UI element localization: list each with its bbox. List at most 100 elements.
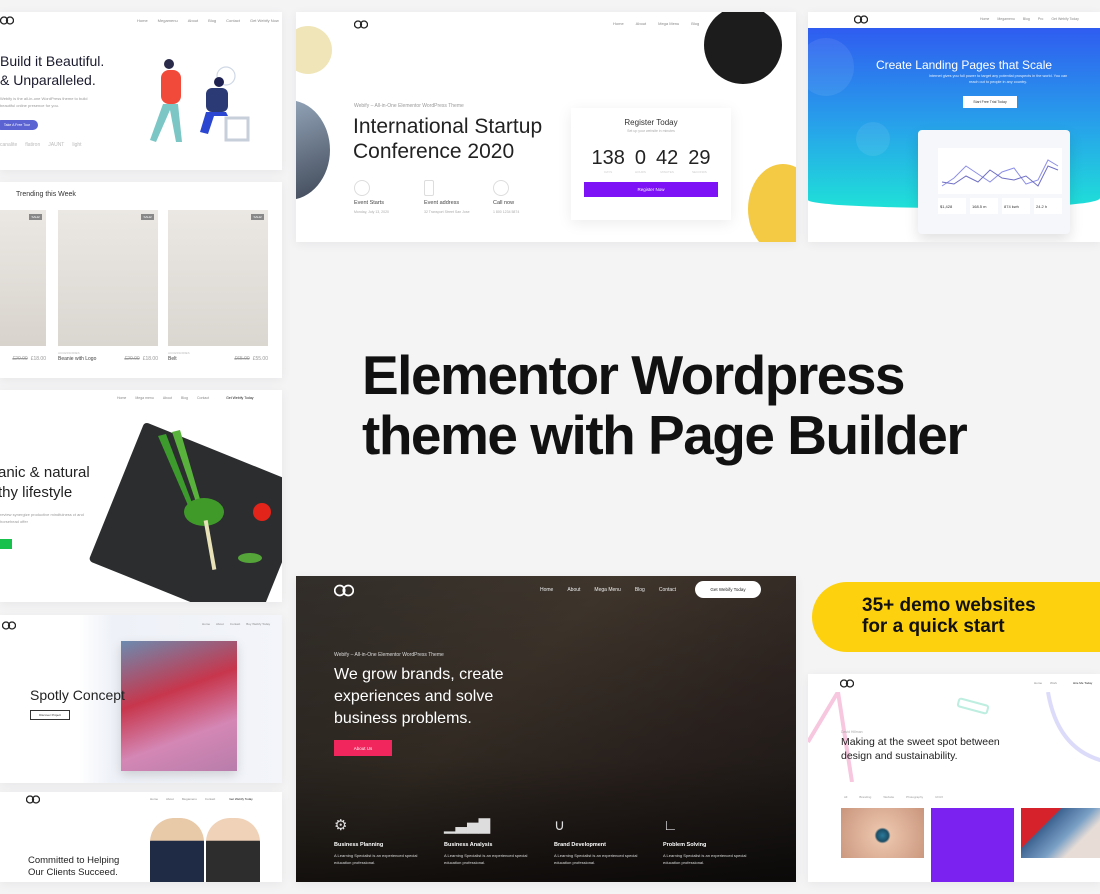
- product-price: £55.00: [252, 356, 268, 362]
- discover-project-button[interactable]: Discover Project: [30, 710, 70, 720]
- product-image: SALE!: [168, 210, 268, 346]
- nav-item[interactable]: Hire Me Today: [1073, 681, 1092, 685]
- nav-item[interactable]: Get Webify Now: [250, 18, 279, 23]
- take-tour-button[interactable]: Take A Free Tour: [0, 120, 38, 130]
- demo-conference[interactable]: Home About Mega Menu Blog Contact Webify…: [296, 12, 796, 242]
- register-now-button[interactable]: Register Now: [584, 182, 718, 197]
- filter-tab[interactable]: Photography: [906, 795, 923, 799]
- sale-badge: SALE!: [141, 214, 154, 220]
- filter-tab[interactable]: All: [844, 795, 847, 799]
- team-member-photo: [206, 818, 260, 882]
- demo-build-beautiful[interactable]: Home Megamenu About Blog Contact Get Web…: [0, 12, 282, 170]
- brand-logo: JAUNT: [48, 142, 65, 148]
- nav-item[interactable]: Home: [540, 587, 553, 593]
- countdown-unit: 0 HOURS: [635, 147, 646, 174]
- filter-tab[interactable]: Website: [883, 795, 894, 799]
- title-line: business problems.: [334, 710, 472, 727]
- nav-item[interactable]: About: [163, 396, 172, 400]
- nav-item[interactable]: Pro: [1038, 17, 1043, 21]
- nav-item[interactable]: Mega menu: [135, 396, 153, 400]
- portfolio-tile[interactable]: [1021, 808, 1100, 858]
- portfolio-tile[interactable]: [841, 808, 924, 858]
- product-card[interactable]: SALE! ACCESSORIES Beanie with Logo £20.00…: [58, 210, 158, 362]
- nav-item[interactable]: Buy Webify Today: [246, 622, 270, 626]
- countdown-label: MINUTES: [660, 170, 674, 174]
- nav-item[interactable]: Megamenu: [182, 797, 197, 801]
- product-card[interactable]: SALE! ACCESSORIES £20.00£18.00: [0, 210, 46, 362]
- demo-shop[interactable]: Trending this Week SALE! ACCESSORIES £20…: [0, 182, 282, 378]
- magnet-icon: ∪: [554, 817, 565, 834]
- nav-item[interactable]: Get Webify Today: [1051, 17, 1079, 21]
- nav-item[interactable]: Home: [117, 396, 126, 400]
- product-category: ACCESSORIES: [0, 351, 46, 355]
- nav-item[interactable]: About: [166, 797, 174, 801]
- nav-item[interactable]: Blog: [1023, 17, 1030, 21]
- nav-item[interactable]: About: [216, 622, 224, 626]
- nav-item[interactable]: Mega Menu: [594, 587, 620, 593]
- nav-item[interactable]: Get Webify Today: [229, 797, 253, 801]
- event-info-item: Call now 1 800 1234 5874: [493, 180, 563, 214]
- vegetables-image: [158, 430, 271, 570]
- demo-spotly[interactable]: Home About Contact Buy Webify Today Spot…: [0, 615, 282, 783]
- nav-item[interactable]: Contact: [659, 587, 676, 593]
- nav-item[interactable]: Get Webify Today: [226, 396, 254, 400]
- demo-organic[interactable]: Home Mega menu About Blog Contact Get We…: [0, 390, 282, 602]
- feature-item: ⚙ Business Planning A Learning Specialis…: [334, 816, 434, 866]
- nav-item[interactable]: Home: [137, 18, 148, 23]
- portfolio-tile[interactable]: [931, 808, 1014, 882]
- nav-item[interactable]: Blog: [691, 21, 699, 26]
- nav-item[interactable]: About: [188, 18, 198, 23]
- countdown-value: 0: [634, 147, 646, 169]
- nav-item[interactable]: Contact: [230, 622, 240, 626]
- headline-line: Elementor Wordpress: [362, 344, 906, 406]
- product-category: ACCESSORIES: [168, 351, 190, 355]
- start-trial-button[interactable]: Start Free Trial Today: [963, 96, 1017, 108]
- filter-tab[interactable]: UI/UX: [935, 795, 943, 799]
- nav-item[interactable]: Mega Menu: [658, 21, 679, 26]
- product-card[interactable]: SALE! ACCESSORIES Belt £65.00 £55.00: [168, 210, 268, 362]
- stat-card: $1,428: [938, 198, 966, 214]
- nav-item[interactable]: About: [636, 21, 646, 26]
- countdown-value: 42: [656, 147, 679, 169]
- people-illustration: [150, 59, 250, 142]
- nav-item[interactable]: Blog: [181, 396, 188, 400]
- headline-line: theme with Page Builder: [362, 404, 968, 466]
- demo-portfolio-nav: Home Work Hire Me Today: [1034, 681, 1092, 685]
- feature-title: Business Planning: [334, 842, 384, 848]
- nav-item[interactable]: About: [567, 587, 580, 593]
- nav-item[interactable]: Megamenu: [997, 17, 1015, 21]
- countdown-unit: 29 SECONDS: [688, 147, 710, 174]
- badge-line: for a quick start: [862, 616, 1005, 637]
- nav-item[interactable]: Home: [202, 622, 210, 626]
- nav-item[interactable]: Home: [613, 21, 624, 26]
- demo-portfolio[interactable]: Home Work Hire Me Today David Hillman Ma…: [808, 674, 1100, 882]
- demo-agency-title: We grow brands, create experiences and s…: [334, 664, 504, 730]
- nav-item[interactable]: Contact: [226, 18, 240, 23]
- demo-landing-nav: Home Megamenu Blog Pro Get Webify Today: [980, 17, 1079, 21]
- title-line: design and sustainability.: [841, 750, 958, 762]
- webify-logo-icon: [2, 621, 16, 630]
- nav-item[interactable]: Contact: [197, 396, 209, 400]
- nav-item[interactable]: Blog: [208, 18, 216, 23]
- title-line: We grow brands, create: [334, 666, 504, 683]
- demo-spotly-title: Spotly Concept: [30, 687, 125, 703]
- demo-conference-title: International Startup Conference 2020: [353, 114, 542, 164]
- demo-committed[interactable]: Home About Megamenu Contact Get Webify T…: [0, 792, 282, 882]
- get-webify-button[interactable]: Get Webify Today: [695, 581, 761, 598]
- nav-item[interactable]: Home: [150, 797, 158, 801]
- nav-item[interactable]: Blog: [635, 587, 645, 593]
- countdown-value: 138: [591, 147, 625, 169]
- demo-landing[interactable]: Home Megamenu Blog Pro Get Webify Today …: [808, 12, 1100, 242]
- nav-item[interactable]: Home: [980, 17, 989, 21]
- title-line: Making at the sweet spot between: [841, 736, 1000, 748]
- demo-agency[interactable]: Home About Mega Menu Blog Contact Get We…: [296, 576, 796, 882]
- webify-logo-icon: [854, 15, 868, 24]
- filter-tab[interactable]: Branding: [859, 795, 871, 799]
- nav-item[interactable]: Contact: [205, 797, 215, 801]
- portfolio-filters: All Branding Website Photography UI/UX: [844, 795, 943, 799]
- about-us-button[interactable]: About Us: [334, 740, 392, 756]
- nav-item[interactable]: Home: [1034, 681, 1042, 685]
- organic-cta-button[interactable]: [0, 539, 12, 549]
- nav-item[interactable]: Megamenu: [158, 18, 178, 23]
- nav-item[interactable]: Work: [1050, 681, 1057, 685]
